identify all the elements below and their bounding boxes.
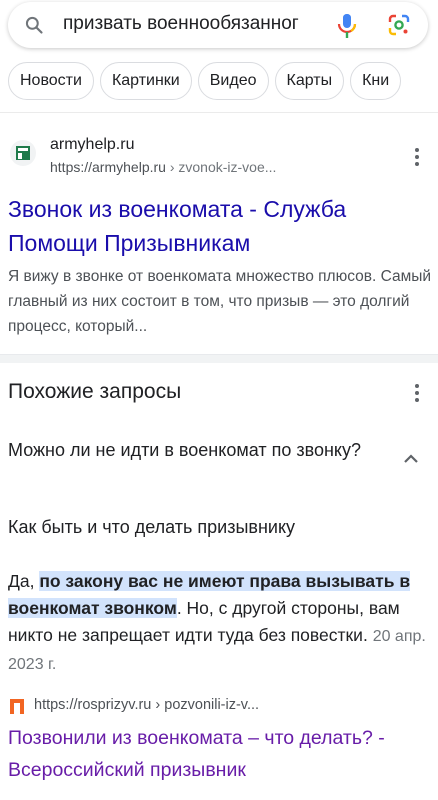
search-input[interactable]: призвать военнообязанног xyxy=(63,13,338,35)
chip-maps[interactable]: Карты xyxy=(274,62,345,100)
search-icon[interactable] xyxy=(24,15,44,35)
chip-news[interactable]: Новости xyxy=(8,62,94,100)
result-snippet: Я вижу в звонке от военкомата множество … xyxy=(8,268,432,335)
site-favicon xyxy=(10,140,36,166)
related-more-options-icon[interactable] xyxy=(414,384,420,402)
site-url-base: https://armyhelp.ru xyxy=(50,159,166,175)
rosprizyv-favicon-icon xyxy=(10,699,24,714)
result2-title-link[interactable]: Позвонили из военкомата – что делать? - … xyxy=(8,722,428,786)
chip-books[interactable]: Кни xyxy=(350,62,402,100)
chip-videos[interactable]: Видео xyxy=(197,62,269,100)
site-name[interactable]: armyhelp.ru xyxy=(50,136,134,154)
result2-url[interactable]: https://rosprizyv.ru › pozvonili-iz-v... xyxy=(34,697,259,713)
more-options-icon[interactable] xyxy=(414,148,420,166)
search-area: призвать военнообязанног xyxy=(8,2,428,50)
answer-subheading: Как быть и что делать призывнику xyxy=(8,517,296,537)
related-question[interactable]: Можно ли не идти в военкомат по звонку? xyxy=(8,436,378,464)
related-heading: Похожие запросы xyxy=(8,380,182,403)
result-title-link[interactable]: Звонок из военкомата - Служба Помощи При… xyxy=(8,192,428,260)
answer-text: Да, по закону вас не имеют права вызыват… xyxy=(8,568,433,678)
divider xyxy=(0,112,438,113)
armyhelp-logo-icon xyxy=(16,146,30,160)
filter-chips: Новости Картинки Видео Карты Кни xyxy=(8,62,438,100)
search-bar[interactable]: призвать военнообязанног xyxy=(8,2,428,48)
microphone-icon[interactable] xyxy=(336,13,358,39)
chevron-up-icon[interactable] xyxy=(402,451,420,465)
site-url[interactable]: https://armyhelp.ru › zvonok-iz-voe... xyxy=(50,159,276,175)
google-lens-icon[interactable] xyxy=(388,14,410,36)
section-separator xyxy=(0,354,438,363)
site-url-path: › zvonok-iz-voe... xyxy=(165,159,277,175)
answer-pre: Да, xyxy=(8,571,40,591)
chip-images[interactable]: Картинки xyxy=(99,62,192,100)
